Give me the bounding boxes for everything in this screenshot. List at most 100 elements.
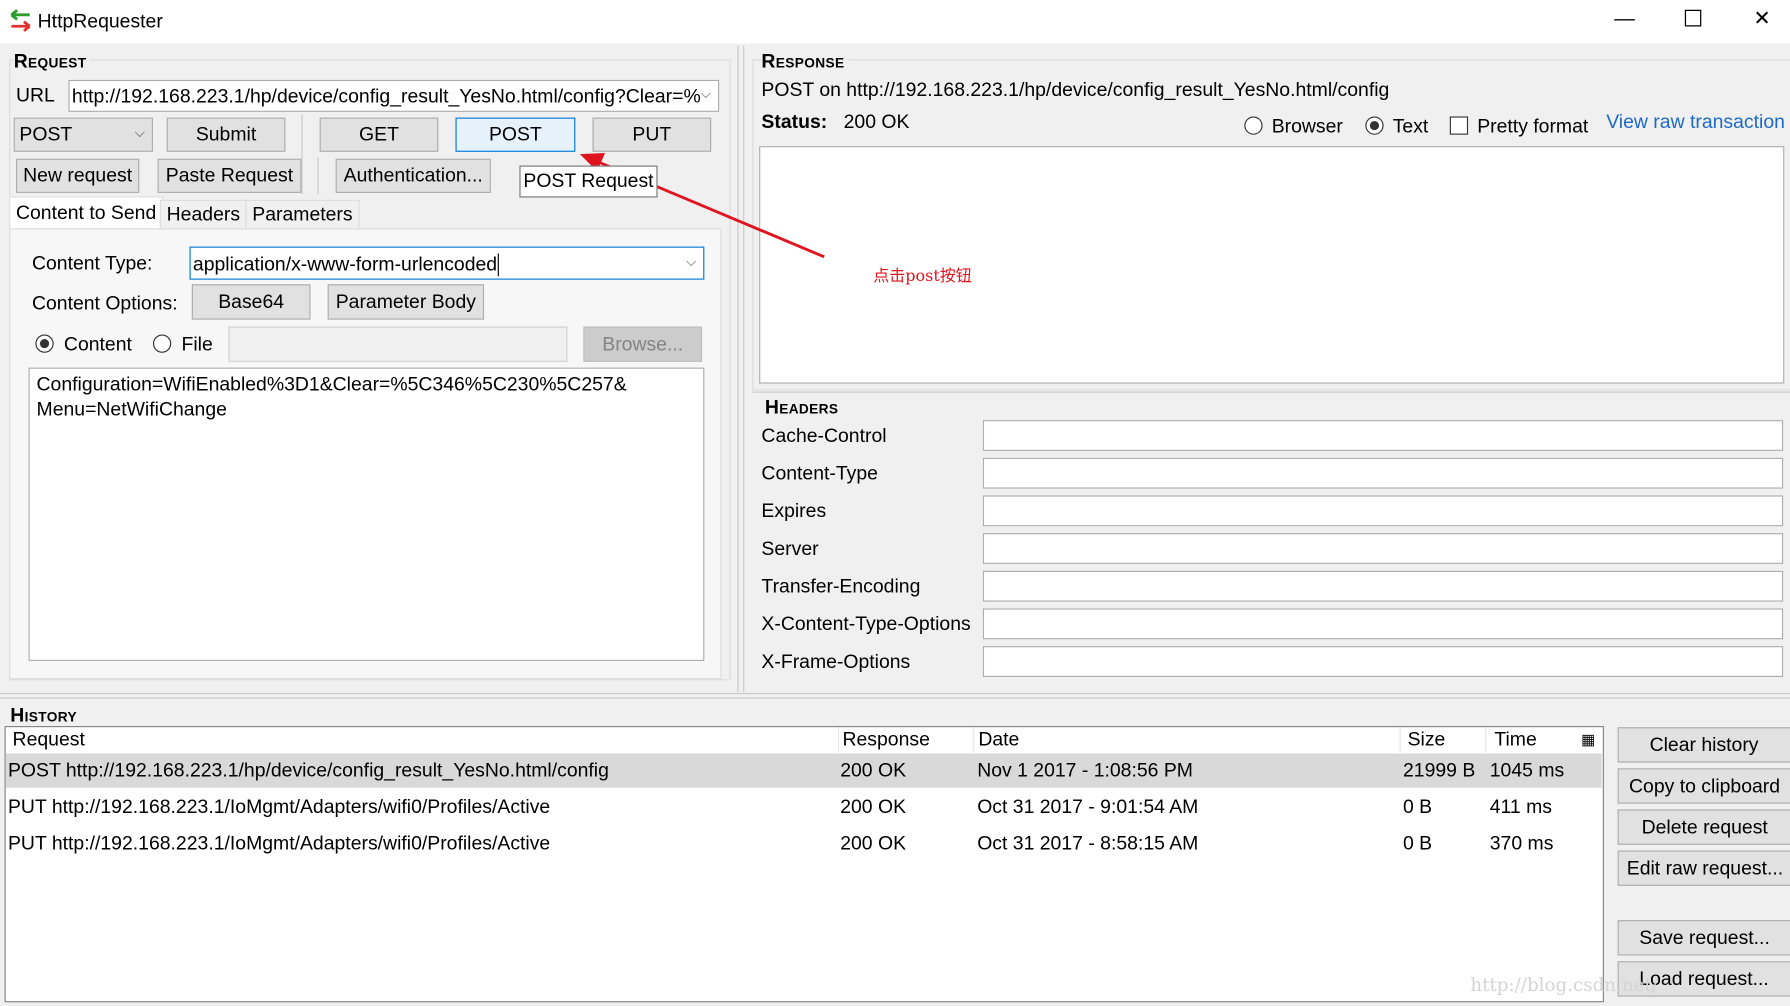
content-type-value: application/x-www-form-urlencoded [193, 253, 500, 277]
separator [317, 157, 319, 195]
column-header-date[interactable]: Date [978, 728, 1019, 751]
parameter-body-button[interactable]: Parameter Body [327, 284, 485, 320]
history-section-label: History [10, 704, 77, 727]
header-value-field[interactable] [982, 608, 1784, 640]
delete-request-button[interactable]: Delete request [1617, 809, 1790, 845]
chevron-down-icon: ⌵ [685, 253, 697, 270]
status-value: 200 OK [843, 110, 910, 133]
body-line: Configuration=WifiEnabled%3D1&Clear=%5C3… [36, 373, 627, 395]
browser-radio-label: Browser [1271, 115, 1343, 137]
url-label: URL [15, 84, 55, 107]
post-button[interactable]: POST [455, 117, 576, 152]
header-value-field[interactable] [982, 570, 1784, 602]
row-size: 0 B [1403, 832, 1433, 854]
column-header-size[interactable]: Size [1408, 728, 1446, 751]
column-header-time[interactable]: Time [1494, 728, 1536, 751]
pretty-format-checkbox[interactable] [1449, 116, 1469, 135]
get-button[interactable]: GET [319, 117, 439, 152]
file-radio[interactable] [152, 334, 172, 353]
file-radio-label: File [181, 333, 213, 356]
new-request-button[interactable]: New request [15, 158, 140, 193]
horizontal-splitter[interactable] [0, 692, 1790, 699]
header-label: Cache-Control [761, 424, 887, 447]
request-section-label: Request [13, 50, 90, 74]
header-value-field[interactable] [982, 646, 1784, 677]
history-row[interactable]: PUT http://192.168.223.1/IoMgmt/Adapters… [6, 827, 1602, 861]
separator [301, 114, 303, 195]
submit-button[interactable]: Submit [166, 117, 286, 152]
header-label: Server [761, 537, 819, 560]
request-body-textarea[interactable]: Configuration=WifiEnabled%3D1&Clear=%5C3… [28, 367, 705, 661]
status-label: Status: [761, 110, 828, 133]
history-row[interactable]: PUT http://192.168.223.1/IoMgmt/Adapters… [6, 790, 1602, 824]
row-request: PUT http://192.168.223.1/IoMgmt/Adapters… [7, 832, 551, 854]
vertical-splitter[interactable] [737, 45, 745, 692]
row-time: 370 ms [1489, 832, 1554, 854]
column-header-request[interactable]: Request [13, 728, 85, 751]
maximize-button[interactable]: ☐ [1683, 5, 1703, 34]
header-value-field[interactable] [982, 495, 1784, 527]
row-size: 0 B [1403, 795, 1433, 818]
header-label: X-Frame-Options [761, 650, 911, 673]
app-icon [10, 9, 31, 32]
post-request-tooltip: POST Request [519, 165, 658, 198]
row-response: 200 OK [840, 795, 907, 818]
close-button[interactable]: ✕ [1753, 7, 1770, 31]
base64-button[interactable]: Base64 [191, 284, 311, 320]
text-radio[interactable] [1365, 116, 1384, 135]
content-type-label: Content Type: [31, 252, 153, 274]
paste-request-button[interactable]: Paste Request [157, 158, 302, 193]
authentication-button[interactable]: Authentication... [335, 158, 491, 193]
browse-button[interactable]: Browse... [583, 326, 703, 362]
http-requester-window: HttpRequester — ☐ ✕ Request URL http://1… [0, 0, 1790, 1006]
headers-section-label: Headers [764, 396, 839, 418]
content-radio-label: Content [63, 333, 132, 356]
row-size: 21999 B [1403, 759, 1476, 781]
minimize-button[interactable]: — [1614, 7, 1635, 31]
tab-headers[interactable]: Headers [159, 199, 247, 229]
clear-history-button[interactable]: Clear history [1617, 727, 1790, 763]
content-type-combobox[interactable]: application/x-www-form-urlencoded ⌵ [189, 246, 705, 280]
row-time: 1045 ms [1489, 759, 1565, 781]
text-radio-label: Text [1392, 115, 1429, 137]
history-row[interactable]: POST http://192.168.223.1/hp/device/conf… [5, 753, 1602, 788]
browser-radio[interactable] [1244, 116, 1263, 135]
header-value-field[interactable] [982, 457, 1784, 489]
method-value: POST [19, 123, 73, 145]
row-date: Nov 1 2017 - 1:08:56 PM [977, 759, 1193, 781]
title-bar: HttpRequester — ☐ ✕ [0, 0, 1790, 44]
pretty-format-label: Pretty format [1477, 115, 1589, 137]
row-request: POST http://192.168.223.1/hp/device/conf… [7, 759, 609, 781]
annotation-text: 点击post按钮 [873, 267, 972, 286]
header-value-field[interactable] [982, 420, 1784, 451]
method-select[interactable]: POST ⌵ [13, 117, 153, 152]
content-radio[interactable] [35, 334, 54, 353]
divider [752, 391, 1790, 393]
response-section-label: Response [761, 50, 848, 74]
tab-content-to-send[interactable]: Content to Send [9, 196, 164, 230]
window-title: HttpRequester [37, 10, 163, 32]
header-label: Expires [761, 500, 827, 522]
history-list[interactable]: Request Response Date Size Time ▦ POST h… [4, 726, 1604, 1003]
row-date: Oct 31 2017 - 9:01:54 AM [977, 795, 1199, 818]
body-line: Menu=NetWifiChange [36, 398, 227, 421]
chevron-down-icon: ⌵ [700, 85, 712, 102]
column-picker-icon[interactable]: ▦ [1581, 731, 1595, 749]
header-label: Transfer-Encoding [761, 575, 921, 598]
edit-raw-request-button[interactable]: Edit raw request... [1617, 850, 1790, 886]
row-request: PUT http://192.168.223.1/IoMgmt/Adapters… [7, 795, 551, 818]
header-value-field[interactable] [982, 533, 1784, 564]
tab-parameters[interactable]: Parameters [245, 199, 360, 229]
header-label: X-Content-Type-Options [761, 613, 971, 635]
load-request-button[interactable]: Load request... [1617, 961, 1790, 997]
history-header-row: Request Response Date Size Time ▦ [6, 727, 1602, 753]
column-header-response[interactable]: Response [842, 728, 929, 751]
view-raw-transaction-link[interactable]: View raw transaction [1606, 111, 1785, 134]
url-combobox[interactable]: http://192.168.223.1/hp/device/config_re… [68, 79, 720, 112]
copy-to-clipboard-button[interactable]: Copy to clipboard [1617, 768, 1790, 804]
put-button[interactable]: PUT [592, 117, 712, 152]
file-path-input[interactable] [228, 326, 568, 362]
row-time: 411 ms [1489, 795, 1552, 818]
save-request-button[interactable]: Save request... [1617, 920, 1790, 956]
row-response: 200 OK [840, 759, 907, 781]
